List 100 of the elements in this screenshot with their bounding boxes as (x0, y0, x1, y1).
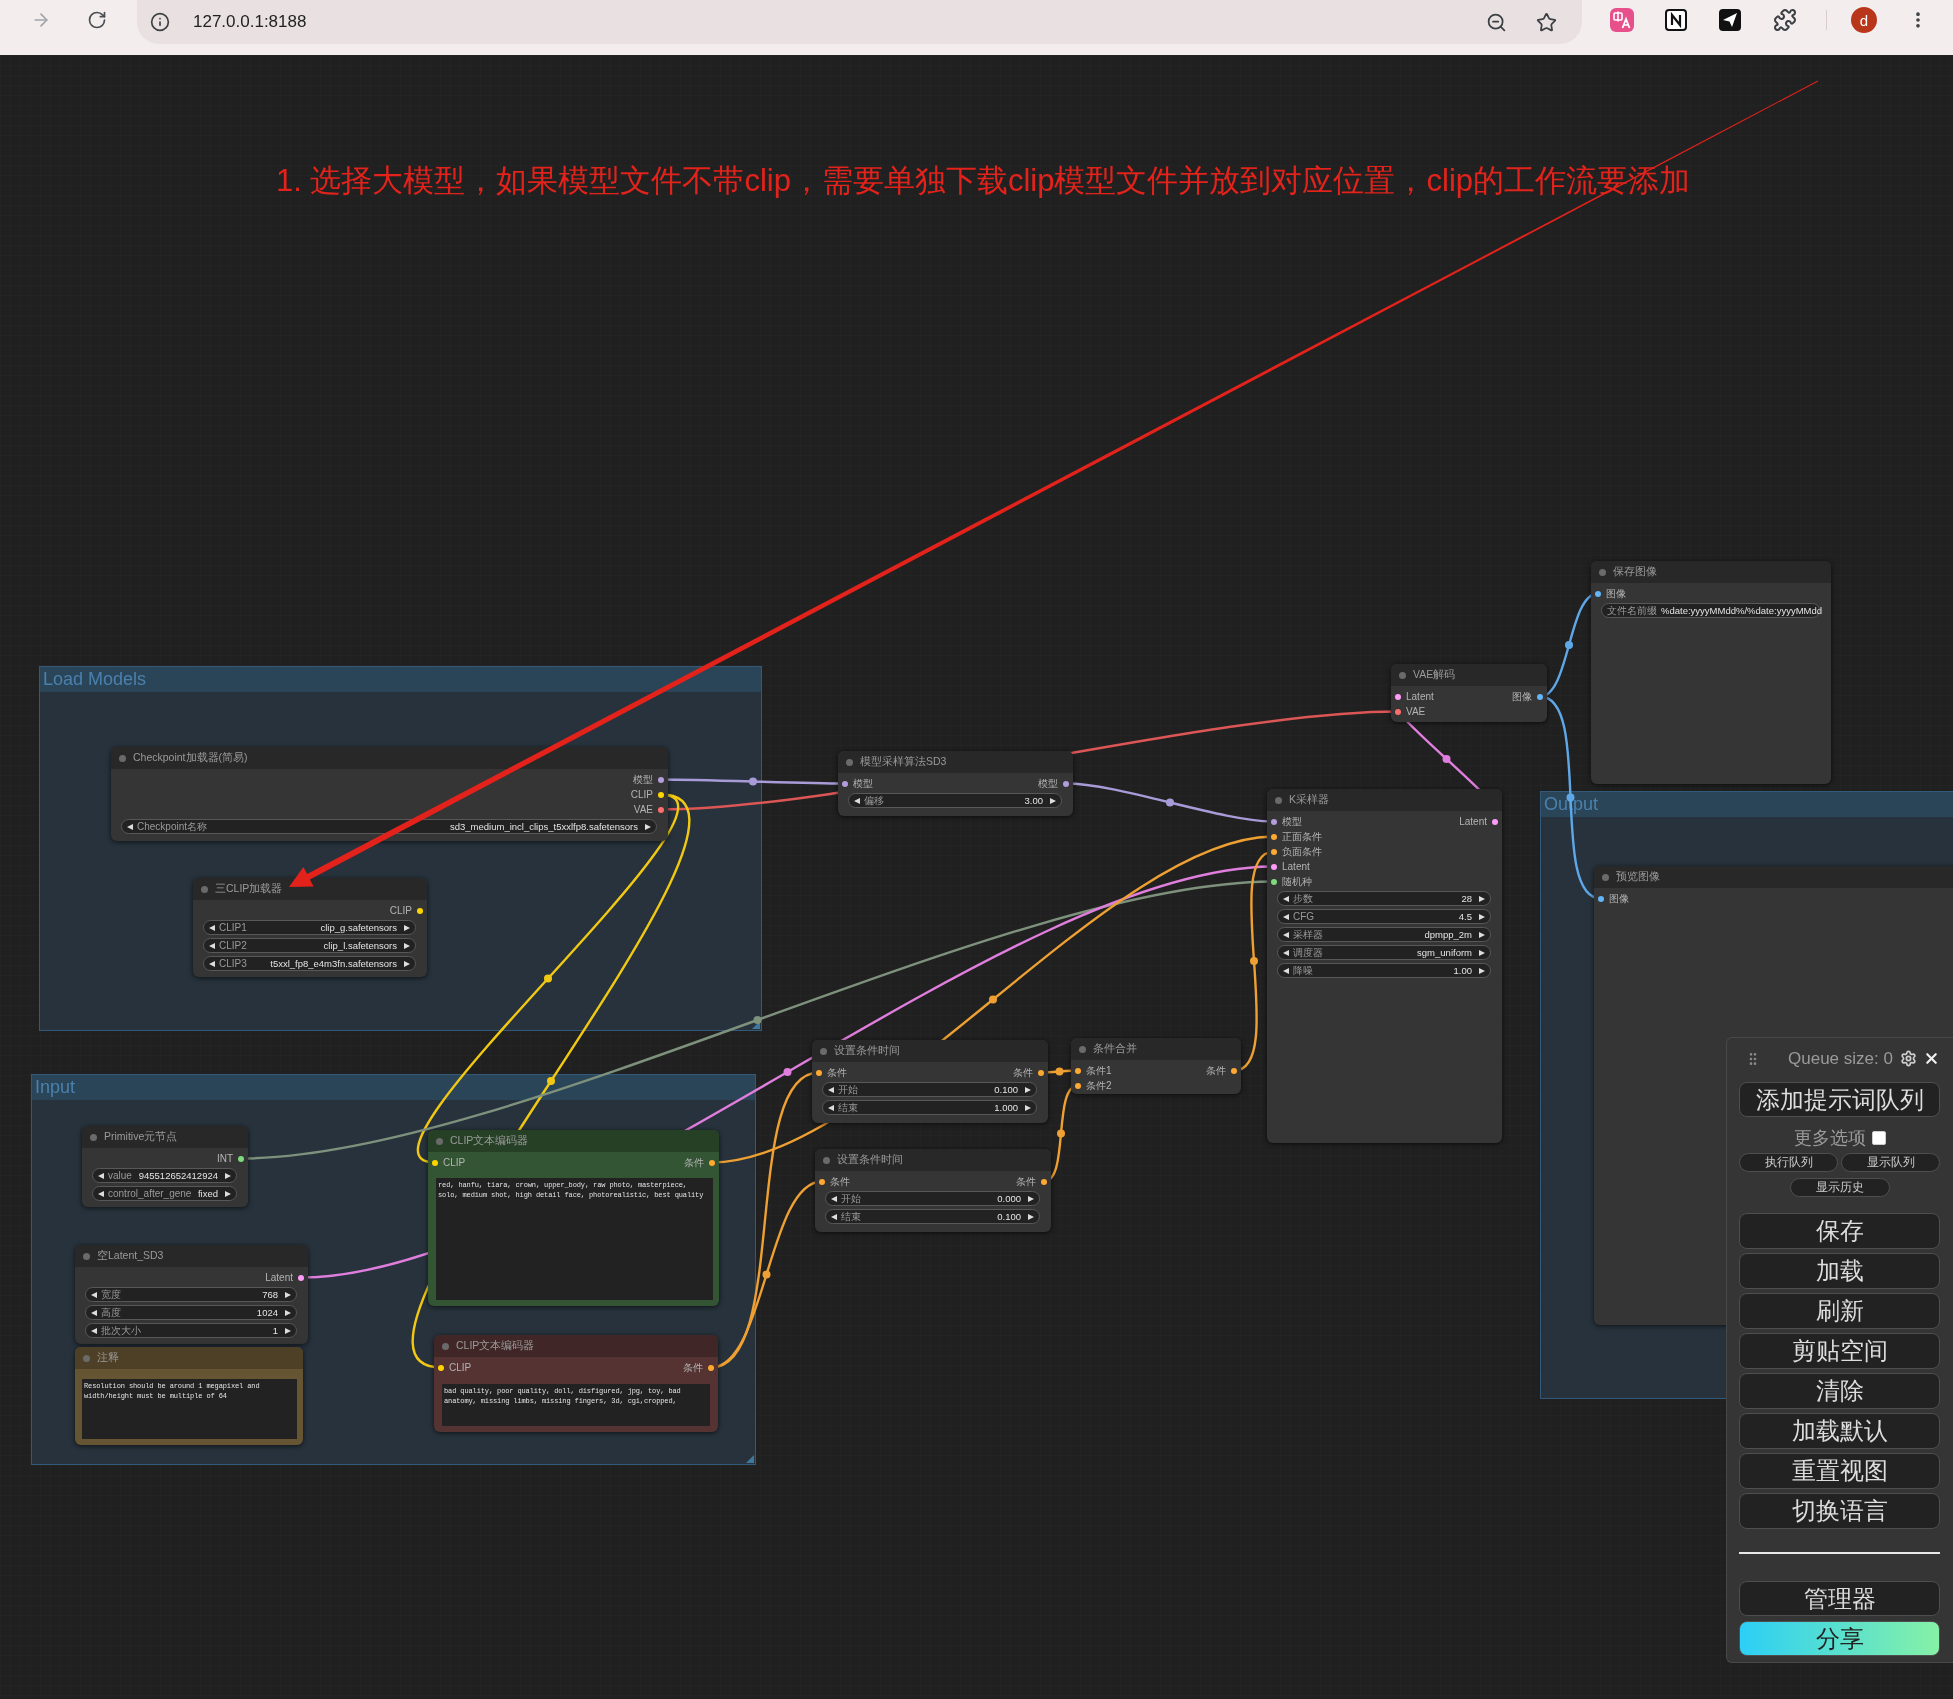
menu-button[interactable]: 刷新 (1739, 1293, 1940, 1329)
resize-handle-icon[interactable] (746, 1455, 754, 1463)
left-triangle-icon[interactable] (209, 942, 215, 949)
port-dot-icon[interactable] (1537, 693, 1543, 700)
paper-plane-icon[interactable] (1718, 8, 1742, 32)
right-triangle-icon[interactable] (225, 1172, 231, 1179)
value-stepper[interactable]: 采样器 dpmpp_2m (1277, 927, 1491, 942)
settings-icon[interactable] (1900, 1050, 1917, 1067)
right-triangle-icon[interactable] (1050, 797, 1056, 804)
left-triangle-icon[interactable] (1283, 967, 1289, 974)
menu-button[interactable]: 清除 (1739, 1373, 1940, 1409)
bookmark-star-icon[interactable] (1536, 11, 1557, 33)
value-stepper[interactable]: 结束 1.000 (822, 1100, 1037, 1115)
port-dot-icon[interactable] (816, 1069, 822, 1076)
left-triangle-icon[interactable] (209, 960, 215, 967)
menu-button[interactable]: 加载默认 (1739, 1413, 1940, 1449)
right-triangle-icon[interactable] (1479, 931, 1485, 938)
port-dot-icon[interactable] (1598, 895, 1604, 902)
port-dot-icon[interactable] (1075, 1067, 1081, 1074)
left-triangle-icon[interactable] (1283, 931, 1289, 938)
value-stepper[interactable]: CFG 4.5 (1277, 909, 1491, 924)
port-dot-icon[interactable] (658, 791, 664, 798)
right-triangle-icon[interactable] (404, 960, 410, 967)
value-stepper[interactable]: 调度器 sgm_uniform (1277, 945, 1491, 960)
port-dot-icon[interactable] (1038, 1069, 1044, 1076)
left-triangle-icon[interactable] (828, 1104, 834, 1111)
right-triangle-icon[interactable] (645, 823, 651, 830)
value-stepper[interactable]: value 945512652412924 (92, 1168, 237, 1183)
right-triangle-icon[interactable] (404, 924, 410, 931)
reload-icon[interactable] (87, 10, 107, 30)
menu-button[interactable]: 切换语言 (1739, 1493, 1940, 1529)
left-triangle-icon[interactable] (209, 924, 215, 931)
right-triangle-icon[interactable] (1025, 1104, 1031, 1111)
port-dot-icon[interactable] (1395, 693, 1401, 700)
port-dot-icon[interactable] (658, 806, 664, 813)
port-dot-icon[interactable] (1075, 1082, 1081, 1089)
port-dot-icon[interactable] (658, 776, 664, 783)
port-dot-icon[interactable] (298, 1274, 304, 1281)
value-stepper[interactable]: 偏移 3.00 (848, 793, 1062, 808)
left-triangle-icon[interactable] (831, 1195, 837, 1202)
port-dot-icon[interactable] (842, 780, 848, 787)
left-triangle-icon[interactable] (1283, 949, 1289, 956)
right-triangle-icon[interactable] (285, 1309, 291, 1316)
port-dot-icon[interactable] (1271, 818, 1277, 825)
n-logo-icon[interactable] (1664, 8, 1688, 32)
port-dot-icon[interactable] (1395, 708, 1401, 715)
port-dot-icon[interactable] (1041, 1178, 1047, 1185)
share-button[interactable]: 分享 (1739, 1621, 1940, 1656)
text-field[interactable]: 文件名前缀 %date:yyyyMMdd%/%date:yyyyMMdd (1601, 603, 1820, 618)
right-triangle-icon[interactable] (1479, 949, 1485, 956)
profile-avatar[interactable]: d (1851, 7, 1877, 33)
menu-button[interactable]: 加载 (1739, 1253, 1940, 1289)
collapse-dot-icon[interactable] (119, 754, 126, 762)
collapse-dot-icon[interactable] (823, 1156, 830, 1164)
collapse-dot-icon[interactable] (83, 1354, 90, 1362)
left-triangle-icon[interactable] (828, 1086, 834, 1093)
port-dot-icon[interactable] (1492, 818, 1498, 825)
port-dot-icon[interactable] (1231, 1067, 1237, 1074)
collapse-dot-icon[interactable] (90, 1133, 97, 1141)
queue-action-button[interactable]: 执行队列 (1739, 1153, 1838, 1172)
collapse-dot-icon[interactable] (201, 885, 208, 893)
collapse-dot-icon[interactable] (83, 1252, 90, 1260)
left-triangle-icon[interactable] (854, 797, 860, 804)
left-triangle-icon[interactable] (98, 1172, 104, 1179)
collapse-dot-icon[interactable] (1599, 568, 1606, 576)
port-dot-icon[interactable] (1271, 833, 1277, 840)
left-triangle-icon[interactable] (91, 1327, 97, 1334)
value-stepper[interactable]: 宽度 768 (85, 1287, 297, 1302)
collapse-dot-icon[interactable] (436, 1137, 443, 1145)
collapse-dot-icon[interactable] (1275, 796, 1282, 804)
collapse-dot-icon[interactable] (1399, 671, 1406, 679)
right-triangle-icon[interactable] (225, 1190, 231, 1197)
value-stepper[interactable]: 高度 1024 (85, 1305, 297, 1320)
port-dot-icon[interactable] (1595, 590, 1601, 597)
port-dot-icon[interactable] (1271, 863, 1277, 870)
port-dot-icon[interactable] (819, 1178, 825, 1185)
value-stepper[interactable]: 降噪 1.00 (1277, 963, 1491, 978)
left-triangle-icon[interactable] (1283, 913, 1289, 920)
right-triangle-icon[interactable] (1479, 895, 1485, 902)
right-triangle-icon[interactable] (1479, 913, 1485, 920)
value-stepper[interactable]: 结束 0.100 (825, 1209, 1040, 1224)
manager-button[interactable]: 管理器 (1739, 1581, 1940, 1616)
left-triangle-icon[interactable] (91, 1291, 97, 1298)
collapse-dot-icon[interactable] (442, 1342, 449, 1350)
port-dot-icon[interactable] (438, 1364, 444, 1371)
value-stepper[interactable]: Checkpoint名称 sd3_medium_incl_clips_t5xxlfp8.safetensors (121, 819, 657, 834)
menu-button[interactable]: 保存 (1739, 1213, 1940, 1249)
queue-action-button[interactable]: 显示队列 (1841, 1153, 1940, 1172)
right-triangle-icon[interactable] (285, 1327, 291, 1334)
right-triangle-icon[interactable] (285, 1291, 291, 1298)
collapse-dot-icon[interactable] (1602, 873, 1609, 881)
value-stepper[interactable]: 开始 0.000 (825, 1191, 1040, 1206)
menu-button[interactable]: 剪贴空间 (1739, 1333, 1940, 1369)
collapse-dot-icon[interactable] (1079, 1045, 1086, 1053)
menu-button[interactable]: 重置视图 (1739, 1453, 1940, 1489)
port-dot-icon[interactable] (708, 1364, 714, 1371)
history-button[interactable]: 显示历史 (1789, 1178, 1890, 1197)
left-triangle-icon[interactable] (127, 823, 133, 830)
info-icon[interactable] (150, 12, 170, 32)
left-triangle-icon[interactable] (831, 1213, 837, 1220)
